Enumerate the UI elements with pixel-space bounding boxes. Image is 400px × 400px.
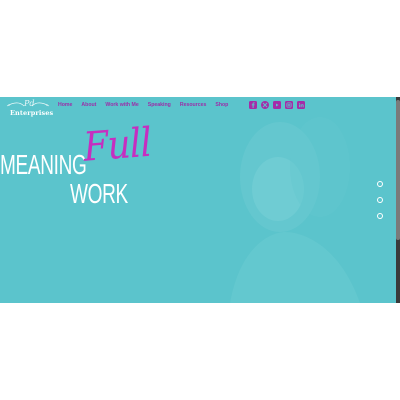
instagram-icon[interactable] bbox=[285, 101, 293, 109]
facebook-icon[interactable] bbox=[249, 101, 257, 109]
nav-item-shop[interactable]: Shop bbox=[215, 102, 228, 108]
hero-banner: Pd Enterprises Home About Work with Me S… bbox=[0, 97, 396, 303]
hero-headline: MEANING Full WORK bbox=[0, 97, 200, 303]
twitter-icon[interactable] bbox=[261, 101, 269, 109]
linkedin-icon[interactable] bbox=[297, 101, 305, 109]
slider-dot-3[interactable] bbox=[377, 213, 383, 219]
slider-dot-2[interactable] bbox=[377, 197, 383, 203]
slider-dots bbox=[377, 181, 383, 229]
headline-word-meaning: MEANING bbox=[0, 149, 87, 180]
headline-word-work: WORK bbox=[70, 178, 128, 209]
headline-word-full: Full bbox=[82, 119, 153, 171]
portrait-image bbox=[230, 117, 360, 303]
social-links bbox=[249, 101, 305, 109]
scrollbar-thumb[interactable] bbox=[396, 100, 400, 240]
slider-dot-1[interactable] bbox=[377, 181, 383, 187]
youtube-icon[interactable] bbox=[273, 101, 281, 109]
